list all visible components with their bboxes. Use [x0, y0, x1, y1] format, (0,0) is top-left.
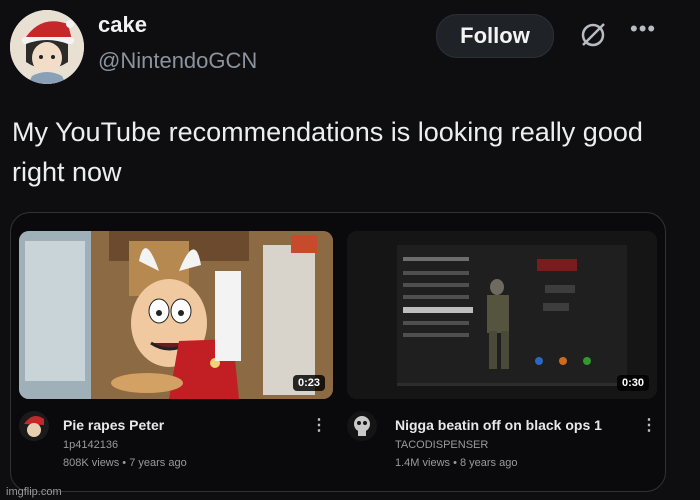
vertical-menu-icon[interactable]: ⋮ [311, 415, 327, 435]
attached-image-card[interactable]: 0:23 0:30 Pie rapes Peter 1p4142136 808K… [10, 212, 666, 492]
video-duration-2: 0:30 [616, 375, 649, 391]
post-text: My YouTube recommendations is looking re… [12, 117, 643, 187]
watermark: imgflip.com [6, 486, 62, 498]
vertical-menu-icon[interactable]: ⋮ [641, 415, 657, 435]
channel-avatar-2[interactable] [347, 411, 377, 441]
more-options-icon[interactable]: ••• [630, 16, 656, 42]
santa-avatar-icon [19, 411, 49, 441]
video-title-2[interactable]: Nigga beatin off on black ops 1 [395, 417, 602, 433]
channel-avatar-1[interactable] [19, 411, 49, 441]
video-meta-1: 808K views • 7 years ago [63, 457, 187, 469]
video-meta-2: 1.4M views • 8 years ago [395, 457, 518, 469]
video-channel-1[interactable]: 1p4142136 [63, 439, 118, 451]
profile-avatar[interactable] [10, 10, 84, 84]
video-thumbnail-1[interactable]: 0:23 [19, 231, 333, 399]
video-thumbnail-2[interactable]: 0:30 [347, 231, 657, 399]
cartoon-kitchen-thumbnail-icon [19, 231, 333, 399]
skull-avatar-icon [347, 411, 377, 441]
post-frame: cake @NintendoGCN Follow ••• My YouTube … [0, 0, 700, 500]
user-handle[interactable]: @NintendoGCN [98, 48, 257, 74]
video-duration-1: 0:23 [292, 375, 325, 391]
video-channel-2[interactable]: TACODISPENSER [395, 439, 488, 451]
video-title-1[interactable]: Pie rapes Peter [63, 417, 164, 433]
game-menu-thumbnail-icon [347, 231, 657, 399]
avatar-image-icon [10, 10, 84, 84]
follow-button[interactable]: Follow [436, 14, 554, 58]
display-name[interactable]: cake [98, 12, 147, 38]
grok-icon[interactable] [578, 20, 608, 50]
